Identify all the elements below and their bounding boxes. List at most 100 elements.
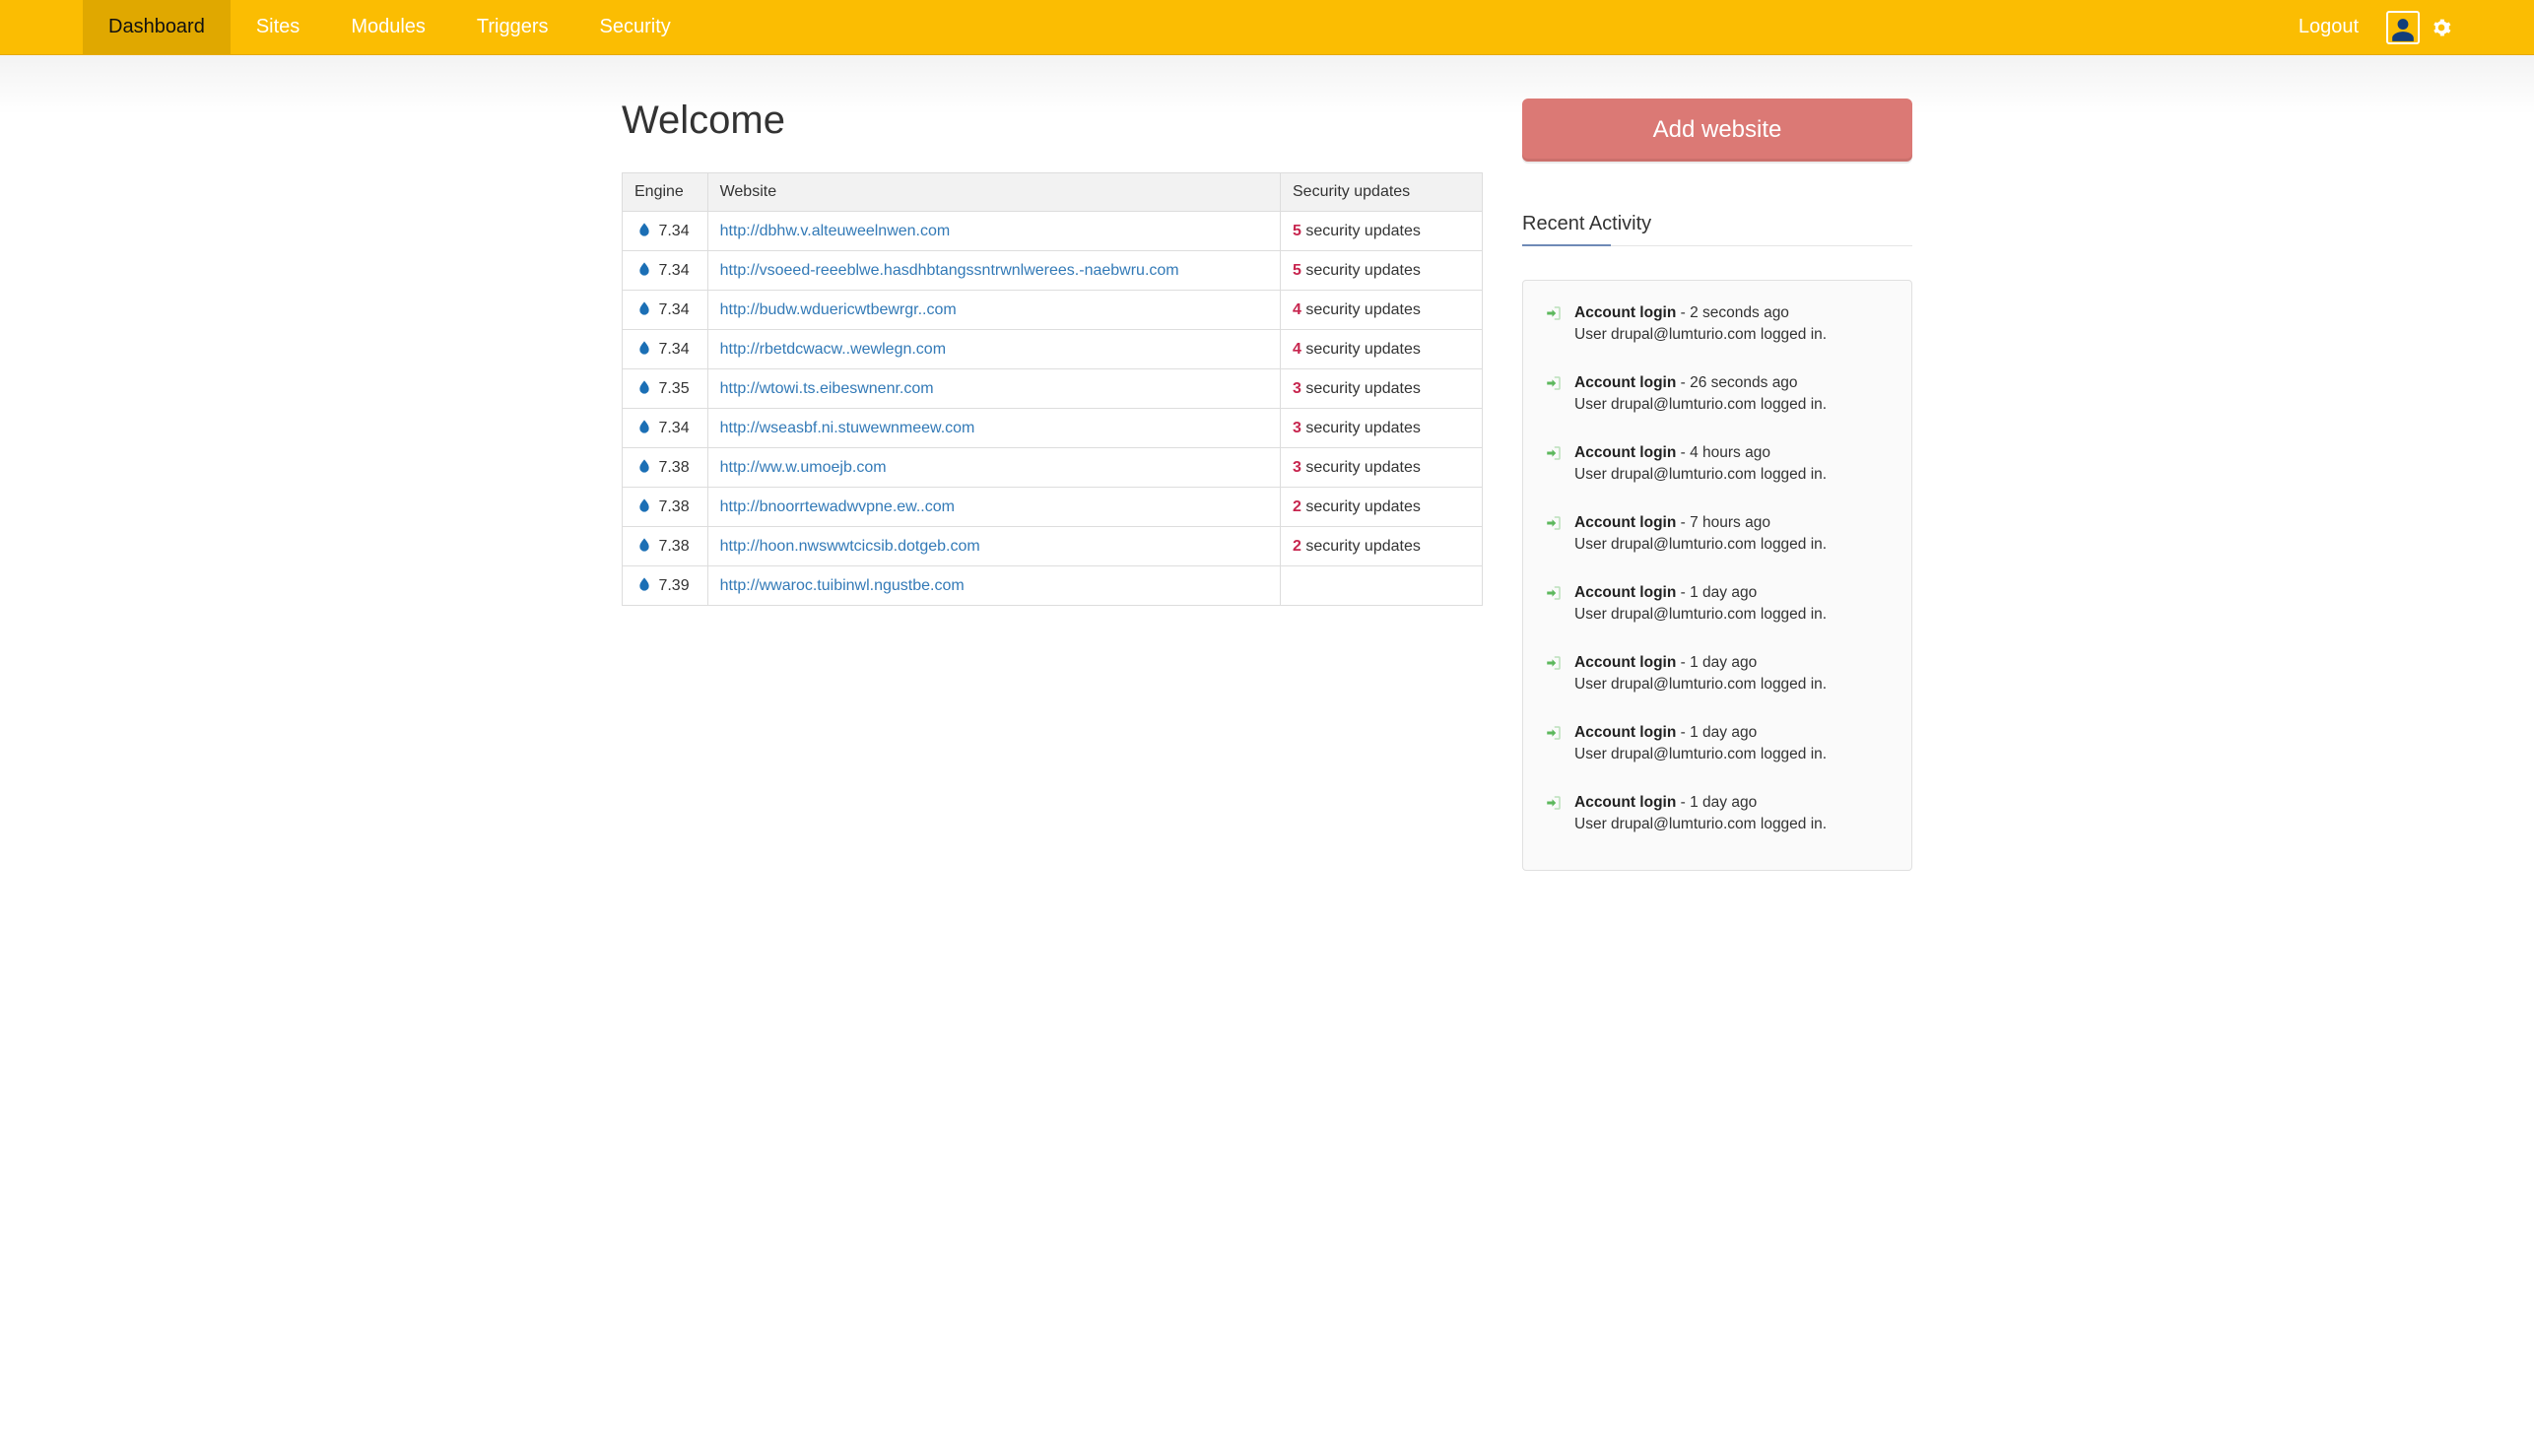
activity-time: - 4 hours ago — [1676, 444, 1770, 461]
security-updates-cell: 3 security updates — [1281, 369, 1483, 409]
table-row: 7.35 http://wtowi.ts.eibeswnenr.com 3 secu… — [623, 369, 1483, 409]
logout-link[interactable]: Logout — [2283, 16, 2374, 38]
update-text: security updates — [1305, 341, 1421, 358]
activity-body: Account login - 1 day agoUser drupal@lum… — [1574, 722, 1890, 766]
website-link[interactable]: http://hoon.nwswwtcicsib.dotgeb.com — [720, 538, 980, 555]
engine-version: 7.34 — [658, 341, 689, 358]
engine-cell: 7.38 — [623, 448, 708, 488]
website-cell: http://wwaroc.tuibinwl.ngustbe.com — [707, 566, 1280, 606]
update-text: security updates — [1305, 380, 1421, 397]
user-icon — [2390, 17, 2416, 42]
engine-cell: 7.39 — [623, 566, 708, 606]
drupal-icon — [636, 458, 652, 474]
engine-cell: 7.34 — [623, 291, 708, 330]
activity-time: - 7 hours ago — [1676, 514, 1770, 531]
website-link[interactable]: http://vsoeed-reeeblwe.hasdhbtangssntrwn… — [720, 262, 1179, 279]
update-count: 5 — [1293, 223, 1301, 239]
update-count: 4 — [1293, 301, 1301, 318]
table-row: 7.34 http://budw.wduericwtbewrgr..com 4 se… — [623, 291, 1483, 330]
update-count: 3 — [1293, 420, 1301, 436]
avatar[interactable] — [2386, 11, 2420, 44]
table-row: 7.38http://bnoorrtewadwvpne.ew..com2 sec… — [623, 488, 1483, 527]
drupal-icon — [636, 340, 652, 356]
table-header-row: Engine Website Security updates — [623, 173, 1483, 212]
panel-underline — [1522, 245, 1912, 246]
engine-cell: 7.35 — [623, 369, 708, 409]
add-website-button[interactable]: Add website — [1522, 99, 1912, 162]
activity-title: Account login — [1574, 444, 1676, 461]
website-link[interactable]: http://budw.wduericwtbewrgr..com — [720, 301, 957, 318]
table-row: 7.34 http://vsoeed-reeeblwe.hasdhbtangssn… — [623, 251, 1483, 291]
activity-body: Account login - 4 hours agoUser drupal@l… — [1574, 442, 1890, 487]
activity-detail: User drupal@lumturio.com logged in. — [1574, 534, 1890, 556]
recent-activity-title: Recent Activity — [1522, 213, 1912, 235]
activity-detail: User drupal@lumturio.com logged in. — [1574, 604, 1890, 626]
website-cell: http://wtowi.ts.eibeswnenr.com — [707, 369, 1280, 409]
activity-item: Account login - 1 day agoUser drupal@lum… — [1545, 792, 1890, 836]
table-row: 7.34http://dbhw.v.alteuweelnwen.com5 sec… — [623, 212, 1483, 251]
website-cell: http://rbetdcwacw..wewlegn.com — [707, 330, 1280, 369]
activity-body: Account login - 1 day agoUser drupal@lum… — [1574, 582, 1890, 627]
website-link[interactable]: http://wtowi.ts.eibeswnenr.com — [720, 380, 934, 397]
main-column: Welcome Engine Website Security updates … — [622, 99, 1483, 606]
activity-head: Account login - 1 day ago — [1574, 722, 1890, 744]
website-link[interactable]: http://rbetdcwacw..wewlegn.com — [720, 341, 946, 358]
update-text: security updates — [1305, 262, 1421, 279]
website-link[interactable]: http://wwaroc.tuibinwl.ngustbe.com — [720, 577, 965, 594]
nav-item-security[interactable]: Security — [574, 0, 697, 54]
login-icon — [1545, 584, 1563, 602]
engine-version: 7.34 — [658, 262, 689, 279]
gear-icon[interactable] — [2432, 18, 2451, 37]
nav-item-sites[interactable]: Sites — [231, 0, 325, 54]
col-engine: Engine — [623, 173, 708, 212]
website-cell: http://vsoeed-reeeblwe.hasdhbtangssntrwn… — [707, 251, 1280, 291]
update-text: security updates — [1305, 420, 1421, 436]
activity-head: Account login - 26 seconds ago — [1574, 372, 1890, 394]
activity-item: Account login - 2 seconds agoUser drupal… — [1545, 302, 1890, 347]
nav-item-triggers[interactable]: Triggers — [451, 0, 574, 54]
side-column: Add website Recent Activity Account logi… — [1522, 99, 1912, 871]
login-icon — [1545, 514, 1563, 532]
update-count: 2 — [1293, 498, 1301, 515]
website-link[interactable]: http://bnoorrtewadwvpne.ew..com — [720, 498, 955, 515]
security-updates-cell: 4 security updates — [1281, 330, 1483, 369]
engine-version: 7.34 — [658, 301, 689, 318]
activity-body: Account login - 26 seconds agoUser drupa… — [1574, 372, 1890, 417]
table-row: 7.34 http://rbetdcwacw..wewlegn.com 4 secu… — [623, 330, 1483, 369]
activity-head: Account login - 7 hours ago — [1574, 512, 1890, 534]
col-security: Security updates — [1281, 173, 1483, 212]
activity-title: Account login — [1574, 374, 1676, 391]
website-cell: http://budw.wduericwtbewrgr..com — [707, 291, 1280, 330]
activity-detail: User drupal@lumturio.com logged in. — [1574, 814, 1890, 835]
activity-head: Account login - 4 hours ago — [1574, 442, 1890, 464]
login-icon — [1545, 444, 1563, 462]
col-website: Website — [707, 173, 1280, 212]
nav-item-modules[interactable]: Modules — [325, 0, 451, 54]
engine-version: 7.34 — [658, 420, 689, 436]
engine-cell: 7.34 — [623, 409, 708, 448]
engine-cell: 7.34 — [623, 330, 708, 369]
website-link[interactable]: http://wseasbf.ni.stuwewnmeew.com — [720, 420, 975, 436]
activity-title: Account login — [1574, 514, 1676, 531]
update-text: security updates — [1305, 223, 1421, 239]
activity-time: - 1 day ago — [1676, 794, 1757, 811]
website-cell: http://dbhw.v.alteuweelnwen.com — [707, 212, 1280, 251]
activity-time: - 2 seconds ago — [1676, 304, 1789, 321]
website-link[interactable]: http://dbhw.v.alteuweelnwen.com — [720, 223, 951, 239]
nav-left: DashboardSitesModulesTriggersSecurity — [83, 0, 697, 54]
drupal-icon — [636, 419, 652, 434]
drupal-icon — [636, 537, 652, 553]
website-link[interactable]: http://ww.w.umoejb.com — [720, 459, 887, 476]
nav-item-dashboard[interactable]: Dashboard — [83, 0, 231, 54]
update-text: security updates — [1305, 459, 1421, 476]
drupal-icon — [636, 300, 652, 316]
activity-item: Account login - 26 seconds agoUser drupa… — [1545, 372, 1890, 417]
website-cell: http://bnoorrtewadwvpne.ew..com — [707, 488, 1280, 527]
activity-item: Account login - 1 day agoUser drupal@lum… — [1545, 652, 1890, 696]
security-updates-cell: 4 security updates — [1281, 291, 1483, 330]
security-updates-cell — [1281, 566, 1483, 606]
engine-version: 7.38 — [658, 498, 689, 515]
update-count: 5 — [1293, 262, 1301, 279]
engine-version: 7.38 — [658, 459, 689, 476]
activity-detail: User drupal@lumturio.com logged in. — [1574, 324, 1890, 346]
